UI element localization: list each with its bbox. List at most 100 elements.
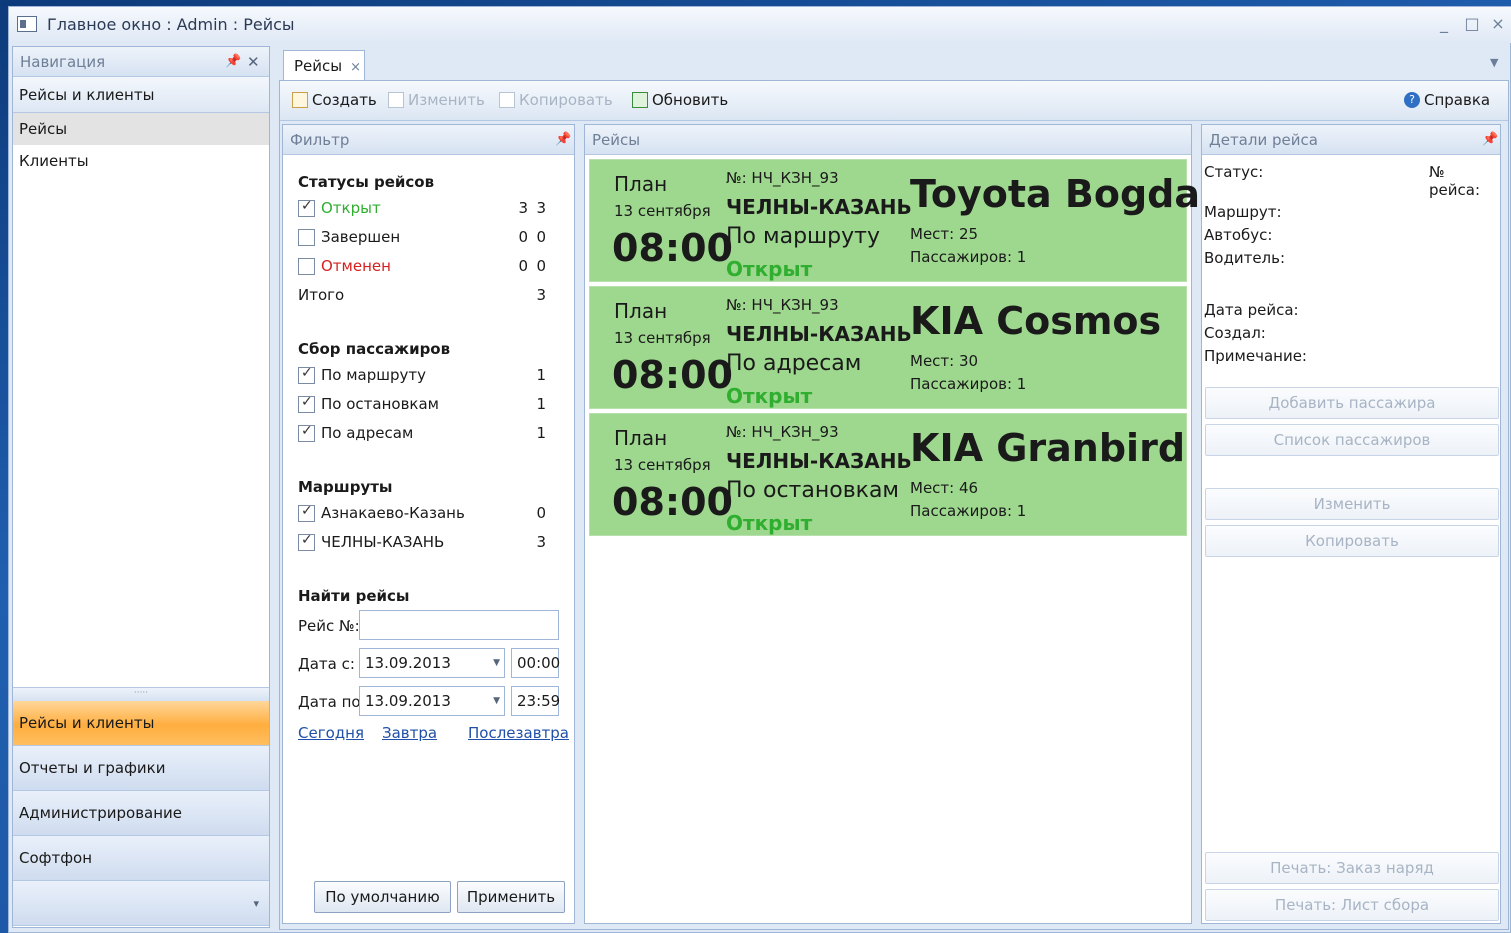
tab-trips-label: Рейсы [294,57,343,75]
copy-trip-button[interactable]: Копировать [1205,525,1499,557]
day-after-link[interactable]: Послезавтра [468,724,569,742]
trip-date: 13 сентября [614,456,711,474]
collection-label: По маршруту [321,366,426,384]
nav-expander[interactable]: ▾ [13,881,269,926]
routes-title: Маршруты [298,478,393,496]
checkbox[interactable] [298,198,315,217]
trip-card[interactable]: План 13 сентября 08:00 №: НЧ_КЗН_93 ЧЕЛН… [589,413,1187,536]
navigation-header: Навигация 📌 ✕ [13,47,269,77]
edit-button[interactable]: Изменить [388,91,485,109]
pin-icon[interactable]: 📌 [555,125,571,155]
nav-button-admin[interactable]: Администрирование [13,791,269,836]
edit-trip-button[interactable]: Изменить [1205,488,1499,520]
pin-icon[interactable]: 📌 [225,47,241,77]
total-label: Итого [298,286,345,304]
collection-route-row[interactable]: По маршруту 1 [298,364,560,386]
create-button[interactable]: Создать [292,91,377,109]
nav-item-trips[interactable]: Рейсы [13,113,269,145]
trip-number-input[interactable] [359,610,559,640]
collection-address-row[interactable]: По адресам 1 [298,422,560,444]
close-button[interactable]: × [1487,14,1509,33]
checkbox[interactable] [298,228,315,246]
checkbox[interactable] [298,503,315,522]
create-label: Создать [312,91,377,109]
trip-collection: По остановкам [726,478,900,503]
route-label: Азнакаево-Казань [321,504,465,522]
nav-button-reports[interactable]: Отчеты и графики [13,746,269,791]
checkbox[interactable] [298,532,315,551]
time-to-input[interactable]: 23:59 [511,686,560,716]
tab-close-icon[interactable]: × [350,60,361,75]
chevron-down-icon[interactable]: ▼ [493,687,500,715]
default-button[interactable]: По умолчанию [314,881,451,913]
route-row[interactable]: ЧЕЛНЫ-КАЗАНЬ 3 [298,531,560,553]
trip-passengers: Пассажиров: 1 [910,502,1027,520]
help-button[interactable]: ? Справка [1404,91,1490,109]
count: 3 [536,533,546,551]
trip-bus: KIA Cosmos [910,299,1162,343]
status-cancelled-row[interactable]: Отменен 0 0 [298,255,560,277]
trip-status: Открыт [726,511,813,535]
status-finished-row[interactable]: Завершен 0 0 [298,226,560,248]
copy-button[interactable]: Копировать [499,91,613,109]
trip-time: 08:00 [612,353,733,397]
trip-card[interactable]: План 13 сентября 08:00 №: НЧ_КЗН_93 ЧЕЛН… [589,286,1187,409]
tab-dropdown-icon[interactable]: ▼ [1490,56,1498,69]
print-sheet-button[interactable]: Печать: Лист сбора [1205,889,1499,921]
route-label: ЧЕЛНЫ-КАЗАНЬ [321,533,445,551]
passenger-list-button[interactable]: Список пассажиров [1205,424,1499,456]
count: 0 [518,228,528,246]
filter-header: Фильтр 📌 [283,125,574,155]
nav-button-trips-clients[interactable]: Рейсы и клиенты [13,701,269,746]
trip-seats: Мест: 30 [910,352,979,370]
today-link[interactable]: Сегодня [298,724,364,742]
minimize-button[interactable]: _ [1433,14,1455,33]
date-from-input[interactable]: 13.09.2013 ▼ [359,648,505,678]
nav-button-softphone[interactable]: Софтфон [13,836,269,881]
status-label: Статус: [1204,163,1264,181]
date-from-value: 13.09.2013 [365,654,451,672]
status-open-row[interactable]: Открыт 33 [298,197,560,219]
checkbox[interactable] [298,257,315,275]
trip-route: ЧЕЛНЫ-КАЗАНЬ [726,322,912,346]
print-order-button[interactable]: Печать: Заказ наряд [1205,852,1499,884]
window-title: Главное окно : Admin : Рейсы [47,15,295,34]
status-cancelled-label: Отменен [321,257,391,275]
pin-icon[interactable]: 📌 [1482,125,1498,155]
details-header: Детали рейса 📌 [1202,125,1500,155]
trip-seats: Мест: 25 [910,225,979,243]
toolbar: Создать Изменить Копировать Обновить ? Сп… [280,81,1508,121]
nav-group-header[interactable]: Рейсы и клиенты [13,77,269,113]
refresh-button[interactable]: Обновить [632,91,728,109]
trips-title: Рейсы [592,131,641,149]
close-icon[interactable]: ✕ [247,47,260,77]
trip-plan: План [614,299,668,323]
checkbox[interactable] [298,365,315,384]
nav-splitter[interactable]: ····· [13,687,269,701]
checkbox[interactable] [298,394,315,413]
new-document-icon [292,92,308,108]
nav-bottom-area: ····· Рейсы и клиенты Отчеты и графики А… [13,687,269,926]
checkbox[interactable] [298,423,315,442]
collection-stops-row[interactable]: По остановкам 1 [298,393,560,415]
add-passenger-button[interactable]: Добавить пассажира [1205,387,1499,419]
nav-item-clients[interactable]: Клиенты [13,145,269,177]
tab-trips[interactable]: Рейсы × [283,50,365,81]
route-row[interactable]: Азнакаево-Казань 0 [298,502,560,524]
trip-card[interactable]: План 13 сентября 08:00 №: НЧ_КЗН_93 ЧЕЛН… [589,159,1227,282]
trip-time: 08:00 [612,226,733,270]
help-label: Справка [1424,91,1491,109]
find-title: Найти рейсы [298,587,410,605]
trips-panel: Рейсы План 13 сентября 08:00 №: НЧ_КЗН_9… [584,124,1227,924]
copy-icon [499,92,515,108]
chevron-down-icon[interactable]: ▼ [493,649,500,677]
status-finished-label: Завершен [321,228,401,246]
time-from-input[interactable]: 00:00 [511,648,560,678]
tomorrow-link[interactable]: Завтра [382,724,437,742]
maximize-button[interactable]: □ [1461,14,1483,33]
route-label: Маршрут: [1204,203,1282,221]
count: 1 [536,366,546,384]
date-to-input[interactable]: 13.09.2013 ▼ [359,686,505,716]
apply-button[interactable]: Применить [457,881,565,913]
trip-route: ЧЕЛНЫ-КАЗАНЬ [726,195,912,219]
